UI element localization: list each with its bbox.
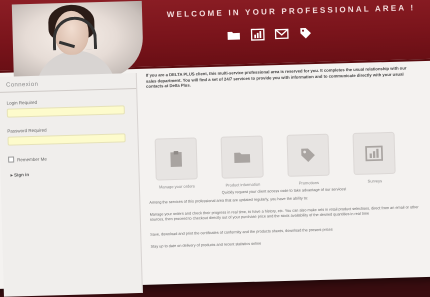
intro-text: If you are a DELTA PLUS client, this mul… <box>145 65 407 89</box>
tag-icon[interactable] <box>299 26 313 40</box>
login-input[interactable] <box>6 105 125 118</box>
tile-label: Manage your orders <box>158 183 195 190</box>
tile-orders[interactable]: Manage your orders <box>154 137 199 189</box>
divider <box>0 88 137 93</box>
login-title: Connexion <box>5 81 39 89</box>
sign-in-link[interactable]: ▸ Sign in <box>10 172 29 179</box>
remember-me[interactable]: Remember Me <box>8 156 47 163</box>
paragraph-2: Manage your orders and check their progr… <box>149 205 419 222</box>
tile-surveys[interactable]: Surveys <box>352 131 397 184</box>
welcome-title: WELCOME IN YOUR PROFESSIONAL AREA ! <box>166 3 416 20</box>
paragraph-3: Save, download and print the certificate… <box>150 227 333 237</box>
arrow-icon: ▸ <box>10 172 13 178</box>
tile-label: Promotions <box>298 179 320 186</box>
tile-products[interactable]: Product information <box>220 135 265 188</box>
tile-box[interactable] <box>286 133 330 177</box>
password-input[interactable] <box>7 133 126 146</box>
header-banner: WELCOME IN YOUR PROFESSIONAL AREA ! <box>0 0 430 81</box>
password-label: Password Required <box>7 127 47 134</box>
login-panel: Connexion Login Required Password Requir… <box>0 73 143 297</box>
remember-label: Remember Me <box>17 156 47 162</box>
remember-checkbox[interactable] <box>8 156 15 163</box>
chart-icon[interactable] <box>250 27 265 41</box>
tile-box[interactable] <box>154 137 198 181</box>
sign-in-label: Sign in <box>14 172 30 178</box>
browser-page: WELCOME IN YOUR PROFESSIONAL AREA ! Conn… <box>0 0 430 297</box>
tag-icon <box>301 148 315 163</box>
folder-icon[interactable] <box>227 28 241 42</box>
chart-icon <box>365 145 384 162</box>
login-label: Login Required <box>6 99 38 106</box>
paragraph-4: Stay up to date on delivery of products … <box>150 241 262 249</box>
tile-box[interactable] <box>352 131 396 175</box>
main-content: If you are a DELTA PLUS client, this mul… <box>146 65 430 293</box>
operator-photo <box>11 0 144 81</box>
tile-box[interactable] <box>220 135 264 179</box>
header-icon-bar <box>227 26 313 42</box>
folder-icon <box>234 152 251 163</box>
clipboard-icon <box>170 151 183 167</box>
tile-promotions[interactable]: Promotions <box>286 133 331 186</box>
mail-icon[interactable] <box>274 27 289 41</box>
page-background: WELCOME IN YOUR PROFESSIONAL AREA ! Conn… <box>0 0 430 297</box>
tile-label: Surveys <box>367 178 383 184</box>
service-tiles: Manage your orders Product information P… <box>154 131 397 190</box>
tile-label: Product information <box>225 181 261 188</box>
